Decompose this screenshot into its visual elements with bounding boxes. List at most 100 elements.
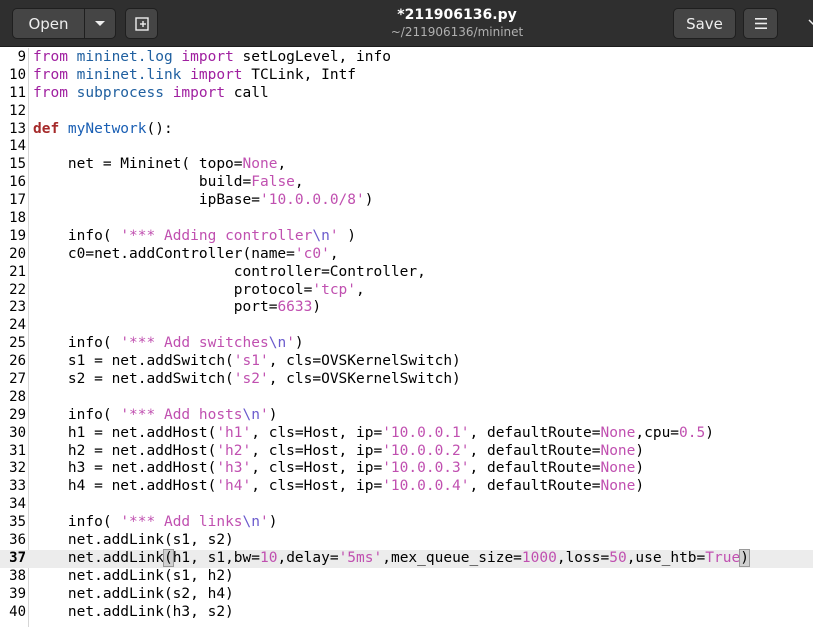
hamburger-menu-button[interactable] bbox=[743, 8, 778, 39]
code-token: 'h2' bbox=[216, 442, 252, 459]
code-token: info( bbox=[33, 335, 121, 352]
code-token: subprocess bbox=[76, 84, 173, 101]
code-line[interactable]: 22 protocol='tcp', bbox=[0, 282, 813, 300]
line-text: c0=net.addController(name='c0', bbox=[33, 246, 339, 264]
code-line[interactable]: 29 info( '*** Add hosts\n') bbox=[0, 407, 813, 425]
line-text: h3 = net.addHost('h3', cls=Host, ip='10.… bbox=[33, 460, 644, 478]
code-token: False bbox=[251, 174, 295, 191]
code-token: ( bbox=[162, 548, 174, 567]
code-token: ' bbox=[260, 406, 269, 423]
close-window-button[interactable] bbox=[798, 8, 813, 39]
code-line[interactable]: 30 h1 = net.addHost('h1', cls=Host, ip='… bbox=[0, 425, 813, 443]
code-line[interactable]: 27 s2 = net.addSwitch('s2', cls=OVSKerne… bbox=[0, 371, 813, 389]
code-token: 'h4' bbox=[216, 478, 252, 495]
code-line[interactable]: 21 controller=Controller, bbox=[0, 264, 813, 282]
code-token: build= bbox=[33, 174, 252, 191]
code-token: , defaultRoute= bbox=[469, 442, 601, 459]
code-line[interactable]: 9 from mininet.log import setLogLevel, in… bbox=[0, 49, 813, 67]
line-text: ipBase='10.0.0.0/8') bbox=[33, 192, 374, 210]
line-number: 21 bbox=[9, 263, 26, 280]
open-button[interactable]: Open bbox=[12, 8, 85, 39]
code-token: 'c0' bbox=[294, 245, 330, 262]
code-line[interactable]: 38 net.addLink(s1, h2) bbox=[0, 568, 813, 586]
code-line[interactable]: 23 port=6633) bbox=[0, 299, 813, 317]
code-line[interactable]: 35 info( '*** Add links\n') bbox=[0, 514, 813, 532]
code-line[interactable]: 18 bbox=[0, 210, 813, 228]
open-menu-button[interactable] bbox=[84, 8, 116, 39]
code-token: '*** Add hosts bbox=[120, 406, 243, 423]
open-button-group: Open bbox=[12, 8, 116, 39]
code-token: , cls=OVSKernelSwitch) bbox=[268, 353, 461, 370]
line-number: 25 bbox=[9, 335, 26, 352]
code-line[interactable]: 17 ipBase='10.0.0.0/8') bbox=[0, 192, 813, 210]
code-line[interactable]: 12 bbox=[0, 103, 813, 121]
code-token: 'h3' bbox=[216, 460, 252, 477]
code-line[interactable]: 31 h2 = net.addHost('h2', cls=Host, ip='… bbox=[0, 443, 813, 461]
line-number: 11 bbox=[9, 84, 26, 101]
code-line[interactable]: 25 info( '*** Add switches\n') bbox=[0, 335, 813, 353]
code-token: ,loss= bbox=[556, 549, 610, 566]
code-line[interactable]: 16 build=False, bbox=[0, 174, 813, 192]
code-token: '*** Add switches bbox=[120, 335, 269, 352]
code-line[interactable]: 24 bbox=[0, 317, 813, 335]
code-token: 6633 bbox=[277, 299, 313, 316]
code-token: net.addLink bbox=[33, 549, 164, 566]
line-text: net.addLink(s1, s2) bbox=[33, 532, 234, 550]
code-line[interactable]: 40 net.addLink(h3, s2) bbox=[0, 604, 813, 622]
line-text: net.addLink(h3, s2) bbox=[33, 604, 234, 622]
code-line[interactable]: 33 h4 = net.addHost('h4', cls=Host, ip='… bbox=[0, 478, 813, 496]
code-line[interactable]: 14 bbox=[0, 138, 813, 156]
line-text: def myNetwork(): bbox=[33, 121, 173, 139]
code-token: '5ms' bbox=[338, 549, 383, 566]
code-token: h3 = net.addHost( bbox=[33, 460, 217, 477]
code-token: '10.0.0.3' bbox=[382, 460, 470, 477]
line-number: 38 bbox=[9, 567, 26, 584]
line-number: 37 bbox=[9, 549, 26, 566]
line-text: s2 = net.addSwitch('s2', cls=OVSKernelSw… bbox=[33, 371, 461, 389]
line-number: 14 bbox=[9, 138, 26, 155]
code-token: , cls=Host, ip= bbox=[251, 460, 383, 477]
new-tab-icon bbox=[134, 16, 149, 31]
code-token: '*** Adding controller bbox=[120, 227, 313, 244]
line-text: info( '*** Add switches\n') bbox=[33, 335, 304, 353]
code-token: ) bbox=[635, 478, 645, 495]
code-line[interactable]: 32 h3 = net.addHost('h3', cls=Host, ip='… bbox=[0, 460, 813, 478]
code-line[interactable]: 34 bbox=[0, 496, 813, 514]
line-number: 20 bbox=[9, 245, 26, 262]
code-token: , cls=Host, ip= bbox=[251, 478, 383, 495]
code-token: ) bbox=[312, 299, 322, 316]
code-line[interactable]: 11 from subprocess import call bbox=[0, 85, 813, 103]
line-number: 36 bbox=[9, 532, 26, 549]
line-text: info( '*** Add links\n') bbox=[33, 514, 278, 532]
code-token: mininet.log bbox=[76, 49, 182, 65]
line-text: info( '*** Add hosts\n') bbox=[33, 406, 278, 425]
code-line[interactable]: 19 info( '*** Adding controller\n' ) bbox=[0, 228, 813, 246]
code-line[interactable]: 15 net = Mininet( topo=None, bbox=[0, 156, 813, 174]
code-token: h4 = net.addHost( bbox=[33, 478, 217, 495]
code-token: ,cpu= bbox=[635, 424, 680, 441]
code-line[interactable]: 26 s1 = net.addSwitch('s1', cls=OVSKerne… bbox=[0, 353, 813, 371]
line-text: info( '*** Adding controller\n' ) bbox=[33, 228, 356, 246]
code-line[interactable]: 10 from mininet.link import TCLink, Intf bbox=[0, 67, 813, 85]
code-token: h1 = net.addHost( bbox=[33, 424, 217, 441]
new-document-button[interactable] bbox=[125, 8, 158, 39]
code-line[interactable]: 13 def myNetwork(): bbox=[0, 121, 813, 139]
code-token: \n bbox=[242, 514, 260, 531]
document-path: ~/211906136/mininet bbox=[390, 25, 524, 39]
code-token: import bbox=[190, 66, 252, 83]
code-line[interactable]: 37 net.addLink(h1, s1,bw=10,delay='5ms',… bbox=[0, 548, 813, 568]
line-number: 33 bbox=[9, 478, 26, 495]
code-token: ) bbox=[635, 460, 645, 477]
line-text: s1 = net.addSwitch('s1', cls=OVSKernelSw… bbox=[33, 353, 461, 371]
code-editor[interactable]: 9 from mininet.log import setLogLevel, in… bbox=[0, 48, 813, 627]
code-line[interactable]: 28 bbox=[0, 389, 813, 407]
code-line[interactable]: 36 net.addLink(s1, s2) bbox=[0, 532, 813, 550]
code-token: , cls=Host, ip= bbox=[251, 442, 383, 459]
code-token: , defaultRoute= bbox=[469, 424, 601, 441]
code-line[interactable]: 20 c0=net.addController(name='c0', bbox=[0, 246, 813, 264]
line-number: 31 bbox=[9, 442, 26, 459]
code-line[interactable]: 39 net.addLink(s2, h4) bbox=[0, 586, 813, 604]
code-token: setLogLevel, info bbox=[242, 49, 391, 65]
save-button[interactable]: Save bbox=[673, 8, 736, 39]
code-token: TCLink, Intf bbox=[251, 66, 357, 83]
